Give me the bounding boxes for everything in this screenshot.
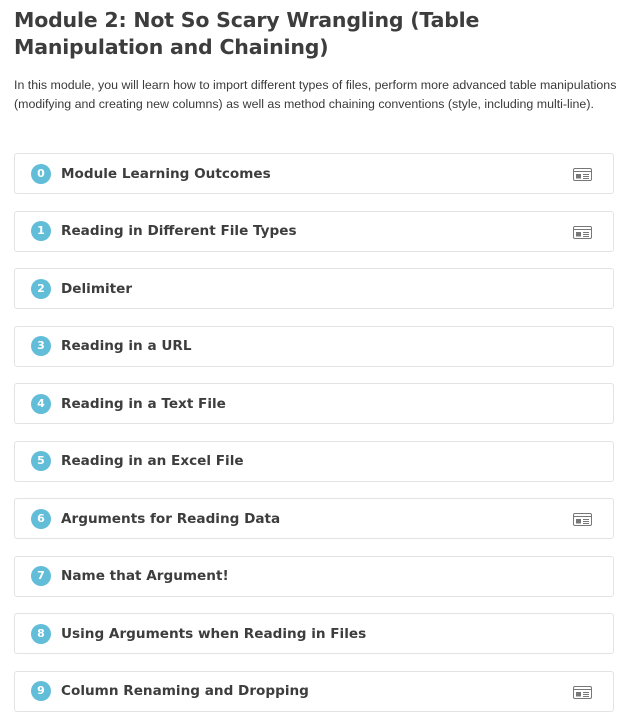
chapter-title: Column Renaming and Dropping [61, 683, 309, 699]
chapter-number-badge: 4 [31, 393, 51, 414]
chapter-title: Using Arguments when Reading in Files [61, 625, 367, 642]
chapter-number-badge: 2 [31, 278, 51, 299]
chapter-item-6[interactable]: 6 Arguments for Reading Data [14, 498, 614, 539]
slides-icon [573, 168, 592, 181]
chapter-item-7[interactable]: 7 Name that Argument! [14, 555, 614, 597]
slides-icon [573, 685, 592, 699]
chapter-item-8[interactable]: 8 Using Arguments when Reading in Files [14, 613, 614, 654]
chapter-number-badge: 3 [31, 336, 51, 356]
chapter-item-0[interactable]: 0 Module Learning Outcomes [14, 153, 614, 194]
chapter-item-3[interactable]: 3 Reading in a URL [14, 325, 614, 367]
chapter-title: Reading in a Text File [61, 395, 226, 412]
chapter-title: Module Learning Outcomes [61, 165, 271, 182]
chapter-title: Reading in a URL [61, 338, 192, 354]
module-title: Module 2: Not So Scary Wrangling (Table … [14, 8, 480, 59]
chapter-title: Delimiter [61, 280, 133, 297]
chapter-number-badge: 1 [31, 221, 51, 241]
chapter-title: Name that Argument! [61, 568, 229, 584]
chapter-list: 0 Module Learning Outcomes 1 Reading in … [14, 153, 614, 728]
chapter-number-badge: 5 [31, 451, 51, 471]
chapter-title: Reading in Different File Types [61, 223, 297, 239]
chapter-item-2[interactable]: 2 Delimiter [14, 268, 614, 309]
chapter-item-9[interactable]: 9 Column Renaming and Dropping [14, 670, 614, 712]
chapter-number-badge: 8 [31, 623, 51, 644]
chapter-item-4[interactable]: 4 Reading in a Text File [14, 383, 614, 424]
chapter-number-badge: 7 [31, 566, 51, 586]
chapter-title: Arguments for Reading Data [61, 510, 281, 527]
slides-icon [573, 513, 592, 526]
slides-icon [573, 225, 592, 239]
chapter-item-1[interactable]: 1 Reading in Different File Types [14, 210, 614, 252]
chapter-number-badge: 9 [31, 681, 51, 701]
chapter-title: Reading in an Excel File [61, 453, 244, 469]
module-description: In this module, you will learn how to im… [14, 78, 617, 111]
chapter-number-badge: 6 [31, 508, 51, 529]
chapter-number-badge: 0 [31, 163, 51, 184]
chapter-item-5[interactable]: 5 Reading in an Excel File [14, 440, 614, 482]
